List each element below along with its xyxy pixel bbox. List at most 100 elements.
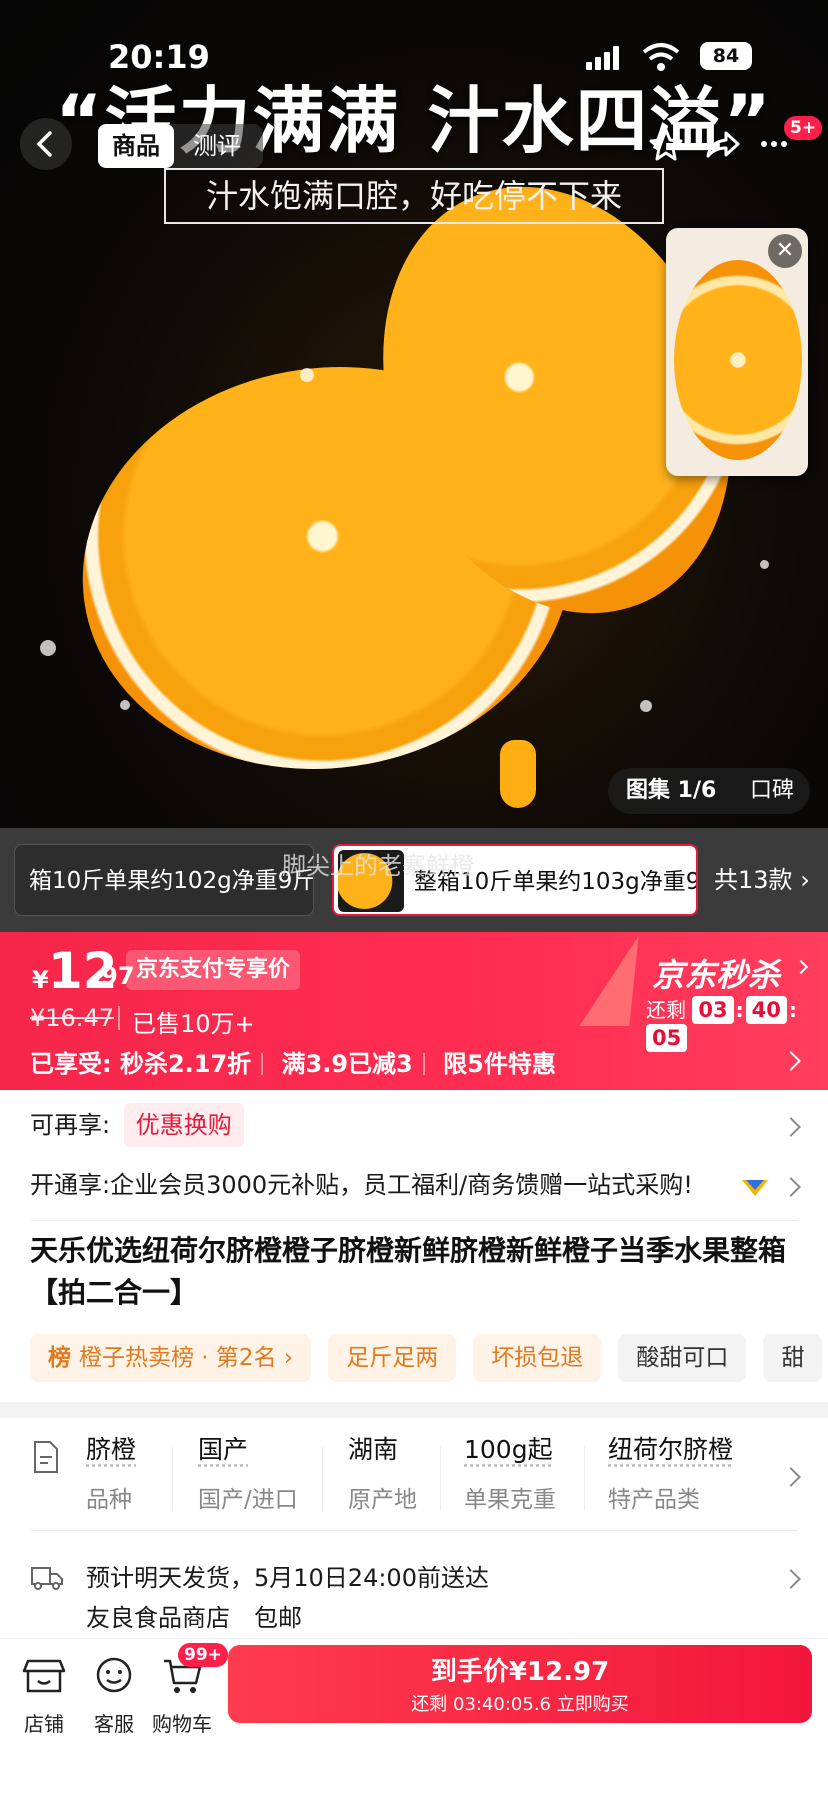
chat-icon [96, 1657, 132, 1693]
perks-label: 已享受: [30, 1050, 112, 1078]
countdown-seconds: 05 [646, 1024, 688, 1052]
truck-icon [31, 1567, 63, 1590]
countdown-label: 还剩 [646, 998, 686, 1022]
star-icon[interactable] [640, 118, 692, 170]
product-gallery[interactable]: “活力满满 汁水四溢” 汁水饱满口腔，好吃停不下来 20:19 84 商品 测评 [0, 0, 828, 828]
video-caption: 脚尖上的老寨鲜橙 [282, 852, 474, 880]
enterprise-member-row[interactable]: 开通享:企业会员3000元补贴，员工福利/商务馈赠一站式采购! [30, 1162, 693, 1208]
spec-category: 纽荷尔脐橙 特产品类 [608, 1430, 733, 1520]
discount-perks[interactable]: 已享受: 秒杀2.17折 满3.9已减3 限5件特惠 [30, 1044, 556, 1079]
extra-offer-label: 可再享: [30, 1111, 111, 1139]
delivery-estimate: 预计明天发货，5月10日24:00前送达 [86, 1564, 489, 1592]
ranking-tag[interactable]: 榜橙子热卖榜 · 第2名 › [30, 1334, 312, 1382]
perk-item: 秒杀2.17折 [119, 1050, 252, 1078]
spec-value: 纽荷尔脐橙 [608, 1435, 734, 1464]
sold-count: 已售10万+ [132, 1010, 255, 1038]
store-icon [22, 1659, 66, 1693]
water-drop [640, 700, 652, 712]
product-title: 天乐优选纽荷尔脐橙橙子脐橙新鲜脐橙新鲜橙子当季水果整箱【拍二合一】 [30, 1234, 787, 1309]
shipping-info[interactable]: 预计明天发货，5月10日24:00前送达 友良食品商店 包邮 [86, 1558, 489, 1638]
ranking-tag-label: 橙子热卖榜 · 第2名 [79, 1345, 277, 1371]
status-time: 20:19 [108, 38, 210, 76]
trade-in-offer[interactable]: 优惠换购 [123, 1103, 244, 1147]
back-button[interactable] [20, 118, 72, 170]
review-link[interactable]: 口碑 [750, 768, 794, 814]
store-label: 店铺 [24, 1712, 64, 1736]
original-price: ¥16.47 [30, 1004, 114, 1032]
spec-value: 国产 [198, 1435, 249, 1464]
status-bar: 20:19 84 [0, 38, 828, 78]
chevron-right-icon [781, 1117, 801, 1137]
cart-button[interactable]: 购物车 99+ [142, 1643, 228, 1737]
cart-badge: 99+ [178, 1643, 228, 1667]
tab-review[interactable]: 测评 [179, 124, 255, 168]
video-thumbnail [674, 260, 802, 460]
header-actions: 5+ [640, 116, 823, 172]
countdown-hours: 03 [692, 996, 734, 1024]
divider [30, 1220, 798, 1221]
enterprise-badge-icon [742, 1180, 768, 1196]
chevron-left-icon [36, 131, 52, 157]
divider [172, 1446, 173, 1510]
page-tabs: 商品 测评 [98, 124, 264, 168]
extra-offer-row[interactable]: 可再享: 优惠换购 [30, 1102, 244, 1148]
chevron-right-icon: › [800, 866, 810, 894]
buy-now-button[interactable]: 到手价¥12.97 还剩 03:40:05.6 立即购买 [228, 1645, 812, 1723]
water-drop [300, 368, 314, 382]
chevron-right-icon [781, 1177, 801, 1197]
divider [322, 1446, 323, 1510]
variant-option[interactable]: 箱10斤单果约102g净重9斤 [14, 844, 314, 916]
perk-item: 限5件特惠 [443, 1050, 556, 1078]
spec-origin-type: 国产 国产/进口 [198, 1430, 298, 1520]
buy-countdown-label: 还剩 03:40:05.6 立即购买 [411, 1694, 629, 1715]
divider [118, 1006, 120, 1030]
water-drop [760, 560, 769, 569]
product-tags: 榜橙子热卖榜 · 第2名 › 足斤足两 坏损包退 酸甜可口 甜 [30, 1334, 828, 1382]
spec-key: 特产品类 [608, 1487, 700, 1513]
spec-key: 原产地 [348, 1487, 417, 1513]
chevron-right-icon [793, 959, 809, 975]
gallery-count[interactable]: 图集 1/6 [626, 768, 716, 814]
close-icon[interactable]: ✕ [768, 234, 802, 268]
spec-key: 单果克重 [464, 1487, 556, 1513]
gallery-indicator[interactable]: 图集 1/6 口碑 [608, 768, 810, 814]
store-button[interactable]: 店铺 [4, 1655, 84, 1737]
spec-value: 湖南 [348, 1435, 399, 1464]
price-currency: ¥ [32, 966, 49, 994]
spec-weight: 100g起 单果克重 [464, 1430, 556, 1520]
cart-label: 购物车 [152, 1712, 212, 1736]
more-badge: 5+ [784, 116, 823, 140]
product-info-card: 可再享: 优惠换购 开通享:企业会员3000元补贴，员工福利/商务馈赠一站式采购… [0, 1090, 828, 1402]
chevron-right-icon [781, 1467, 801, 1487]
tab-product[interactable]: 商品 [98, 124, 174, 168]
bottom-action-bar: 店铺 客服 购物车 99+ 到手价¥12.97 还剩 03:40:05.6 立即… [0, 1638, 828, 1795]
enterprise-member-text: 开通享:企业会员3000元补贴，员工福利/商务馈赠一站式采购! [30, 1171, 693, 1199]
share-icon[interactable] [696, 118, 748, 170]
buy-price-label: 到手价¥12.97 [430, 1657, 610, 1687]
seckill-countdown: 还剩 03:40:05 [646, 996, 797, 1052]
price-panel: ¥ 12 .97 京东支付专享价 ¥16.47 已售10万+ 已享受: 秒杀2.… [0, 932, 828, 1090]
document-icon [34, 1441, 58, 1473]
chevron-right-icon [781, 1569, 801, 1589]
spec-card[interactable]: 脐橙 品种 国产 国产/进口 湖南 原产地 100g起 单果克重 纽荷尔脐橙 特… [0, 1418, 828, 1638]
feature-tag: 足斤足两 [328, 1334, 457, 1382]
review-tag: 甜 [763, 1334, 823, 1382]
floating-video-window[interactable]: ✕ [666, 228, 808, 476]
water-drop [40, 640, 56, 656]
perk-item: 满3.9已减3 [281, 1050, 413, 1078]
spec-origin: 湖南 原产地 [348, 1430, 417, 1520]
chevron-right-icon[interactable] [781, 1051, 801, 1071]
promo-banner-subtitle: 汁水饱满口腔，好吃停不下来 [164, 168, 664, 224]
variant-total-label: 共13款 [714, 866, 793, 894]
pay-exclusive-tag: 京东支付专享价 [126, 950, 301, 990]
countdown-minutes: 40 [745, 996, 787, 1024]
feature-tag: 坏损包退 [473, 1334, 602, 1382]
spec-key: 品种 [86, 1487, 132, 1513]
divider [30, 1530, 798, 1531]
juice-drip [500, 740, 536, 808]
divider [440, 1446, 441, 1510]
battery-icon: 84 [700, 42, 752, 70]
variant-total[interactable]: 共13款 › [714, 844, 810, 916]
review-tag: 酸甜可口 [618, 1334, 747, 1382]
spec-variety: 脐橙 品种 [86, 1430, 136, 1520]
